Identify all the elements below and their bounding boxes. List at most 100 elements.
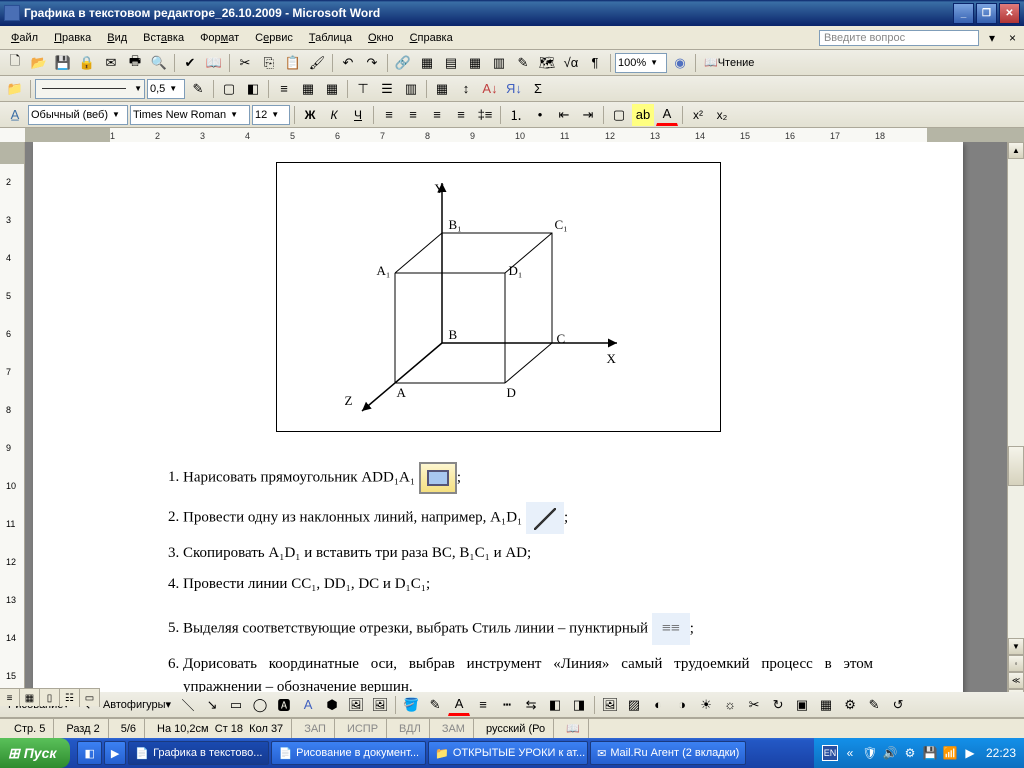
document-scroll[interactable]: Y X Z A₁ B₁ C₁ D₁ A B C D Нарисовать пря… [25,142,1007,706]
research-button[interactable]: 📖 [203,52,225,74]
hyperlink-button[interactable]: 🔗 [392,52,414,74]
prev-page-button[interactable]: ≪ [1008,672,1024,689]
superscript-button[interactable]: x² [687,104,709,126]
compress-button[interactable]: ▣ [791,694,813,716]
autoformat-button[interactable]: ▦ [431,78,453,100]
menu-window[interactable]: Окно [361,30,401,46]
task-item-mail[interactable]: ✉Mail.Ru Агент (2 вкладки) [590,741,746,765]
columns-button[interactable]: ▥ [488,52,510,74]
normal-view-button[interactable]: ≡ [0,689,20,707]
print-button[interactable]: 🖶 [124,52,146,74]
format-picture-button[interactable]: ⚙ [839,694,861,716]
transparent-button[interactable]: ✎ [863,694,885,716]
tray-icon[interactable]: ▶ [962,745,978,761]
tray-icon[interactable]: 📶 [942,745,958,761]
color-mode-button[interactable]: ▨ [623,694,645,716]
align-top-button[interactable]: ⊤ [352,78,374,100]
help-search-input[interactable]: Введите вопрос [819,30,979,46]
shadow-button[interactable]: ◧ [544,694,566,716]
align-right-button[interactable]: ≡ [426,104,448,126]
font-size-combo[interactable]: 12▼ [252,105,290,125]
insert-table-button[interactable]: ▤ [440,52,462,74]
cut-button[interactable]: ✂ [234,52,256,74]
styles-pane-button[interactable]: A̲ [4,104,26,126]
split-button[interactable]: ▦ [321,78,343,100]
3d-button[interactable]: ◨ [568,694,590,716]
menu-view[interactable]: Вид [100,30,134,46]
bulleted-list-button[interactable]: • [529,104,551,126]
menu-table[interactable]: Таблица [302,30,359,46]
menu-help[interactable]: Справка [403,30,460,46]
minimize-button[interactable]: _ [953,3,974,24]
autoshapes-menu[interactable]: Автофигуры ▾ [99,694,175,716]
bold-button[interactable]: Ж [299,104,321,126]
wrap-button[interactable]: ▦ [815,694,837,716]
highlight-button[interactable]: ab [632,104,654,126]
copy-button[interactable]: ⎘ [258,52,280,74]
undo-button[interactable]: ↶ [337,52,359,74]
justify-button[interactable]: ≡ [450,104,472,126]
restore-button[interactable]: ❐ [976,3,997,24]
web-view-button[interactable]: ▦ [20,689,40,707]
subscript-button[interactable]: x₂ [711,104,733,126]
align-left-button[interactable]: ≡ [378,104,400,126]
save-button[interactable]: 💾 [52,52,74,74]
quicklaunch-item[interactable]: ▶ [104,741,126,765]
menu-format[interactable]: Формат [193,30,246,46]
open-button[interactable]: 📂 [28,52,50,74]
tray-icon[interactable]: 💾 [922,745,938,761]
status-spell-icon[interactable]: 📖 [558,719,589,738]
help-icon[interactable]: ◉ [669,52,691,74]
scroll-down-button[interactable]: ▼ [1008,638,1024,655]
reading-mode-button[interactable]: 📖 Чтение [700,52,758,74]
line-style-button[interactable]: ≡ [472,694,494,716]
status-trk[interactable]: ИСПР [339,719,387,738]
zoom-combo[interactable]: 100%▼ [615,53,667,73]
reset-picture-button[interactable]: ↺ [887,694,909,716]
menu-tools[interactable]: Сервис [248,30,300,46]
redo-button[interactable]: ↷ [361,52,383,74]
clock[interactable]: 22:23 [986,746,1016,760]
wordart-button[interactable]: A [297,694,319,716]
format-painter-button[interactable]: 🖌 [306,52,328,74]
status-ext[interactable]: ВДЛ [391,719,430,738]
diagram-button[interactable]: ⬢ [321,694,343,716]
textbox-button[interactable]: 🅰 [273,694,295,716]
excel-button[interactable]: ▦ [464,52,486,74]
dash-style-button[interactable]: ┅ [496,694,518,716]
align-center-button[interactable]: ≡ [402,104,424,126]
menu-edit[interactable]: Правка [47,30,98,46]
status-lang[interactable]: русский (Ро [478,719,554,738]
clipart-button[interactable]: 🖼 [345,694,367,716]
oval-tool-button[interactable]: ◯ [249,694,271,716]
rectangle-tool-button[interactable]: ▭ [225,694,247,716]
rotate-button[interactable]: ↻ [767,694,789,716]
font-combo[interactable]: Times New Roman▼ [130,105,250,125]
border-button[interactable]: ▢ [218,78,240,100]
less-contrast-button[interactable]: ◑ [671,694,693,716]
new-doc-button[interactable]: 🗋 [4,52,26,74]
drawing-toggle-button[interactable]: ✎ [512,52,534,74]
underline-button[interactable]: Ч [347,104,369,126]
sort-desc-button[interactable]: Я↓ [503,78,525,100]
line-style-combo[interactable]: ▼ [35,79,145,99]
help-dropdown-icon[interactable]: ▾ [985,31,999,45]
more-bright-button[interactable]: ☀ [695,694,717,716]
increase-indent-button[interactable]: ⇥ [577,104,599,126]
numbered-list-button[interactable]: ⒈ [505,104,527,126]
doc-map-button[interactable]: 🗺 [536,52,558,74]
merge-button[interactable]: ▦ [297,78,319,100]
font-color-draw-button[interactable]: A [448,694,470,716]
distribute-rows-button[interactable]: ☰ [376,78,398,100]
line-color-button[interactable]: ✎ [424,694,446,716]
insert-row-button[interactable]: ≡ [273,78,295,100]
text-direction-button[interactable]: ↕ [455,78,477,100]
menu-file[interactable]: Файл [4,30,45,46]
equation-button[interactable]: √α [560,52,582,74]
status-rec[interactable]: ЗАП [296,719,335,738]
lang-indicator[interactable]: EN [822,745,838,761]
borders-button[interactable]: ▢ [608,104,630,126]
spelling-button[interactable]: ✔ [179,52,201,74]
task-item-word2[interactable]: 📄Рисование в документ... [271,741,426,765]
pen-color-button[interactable]: ✎ [187,78,209,100]
